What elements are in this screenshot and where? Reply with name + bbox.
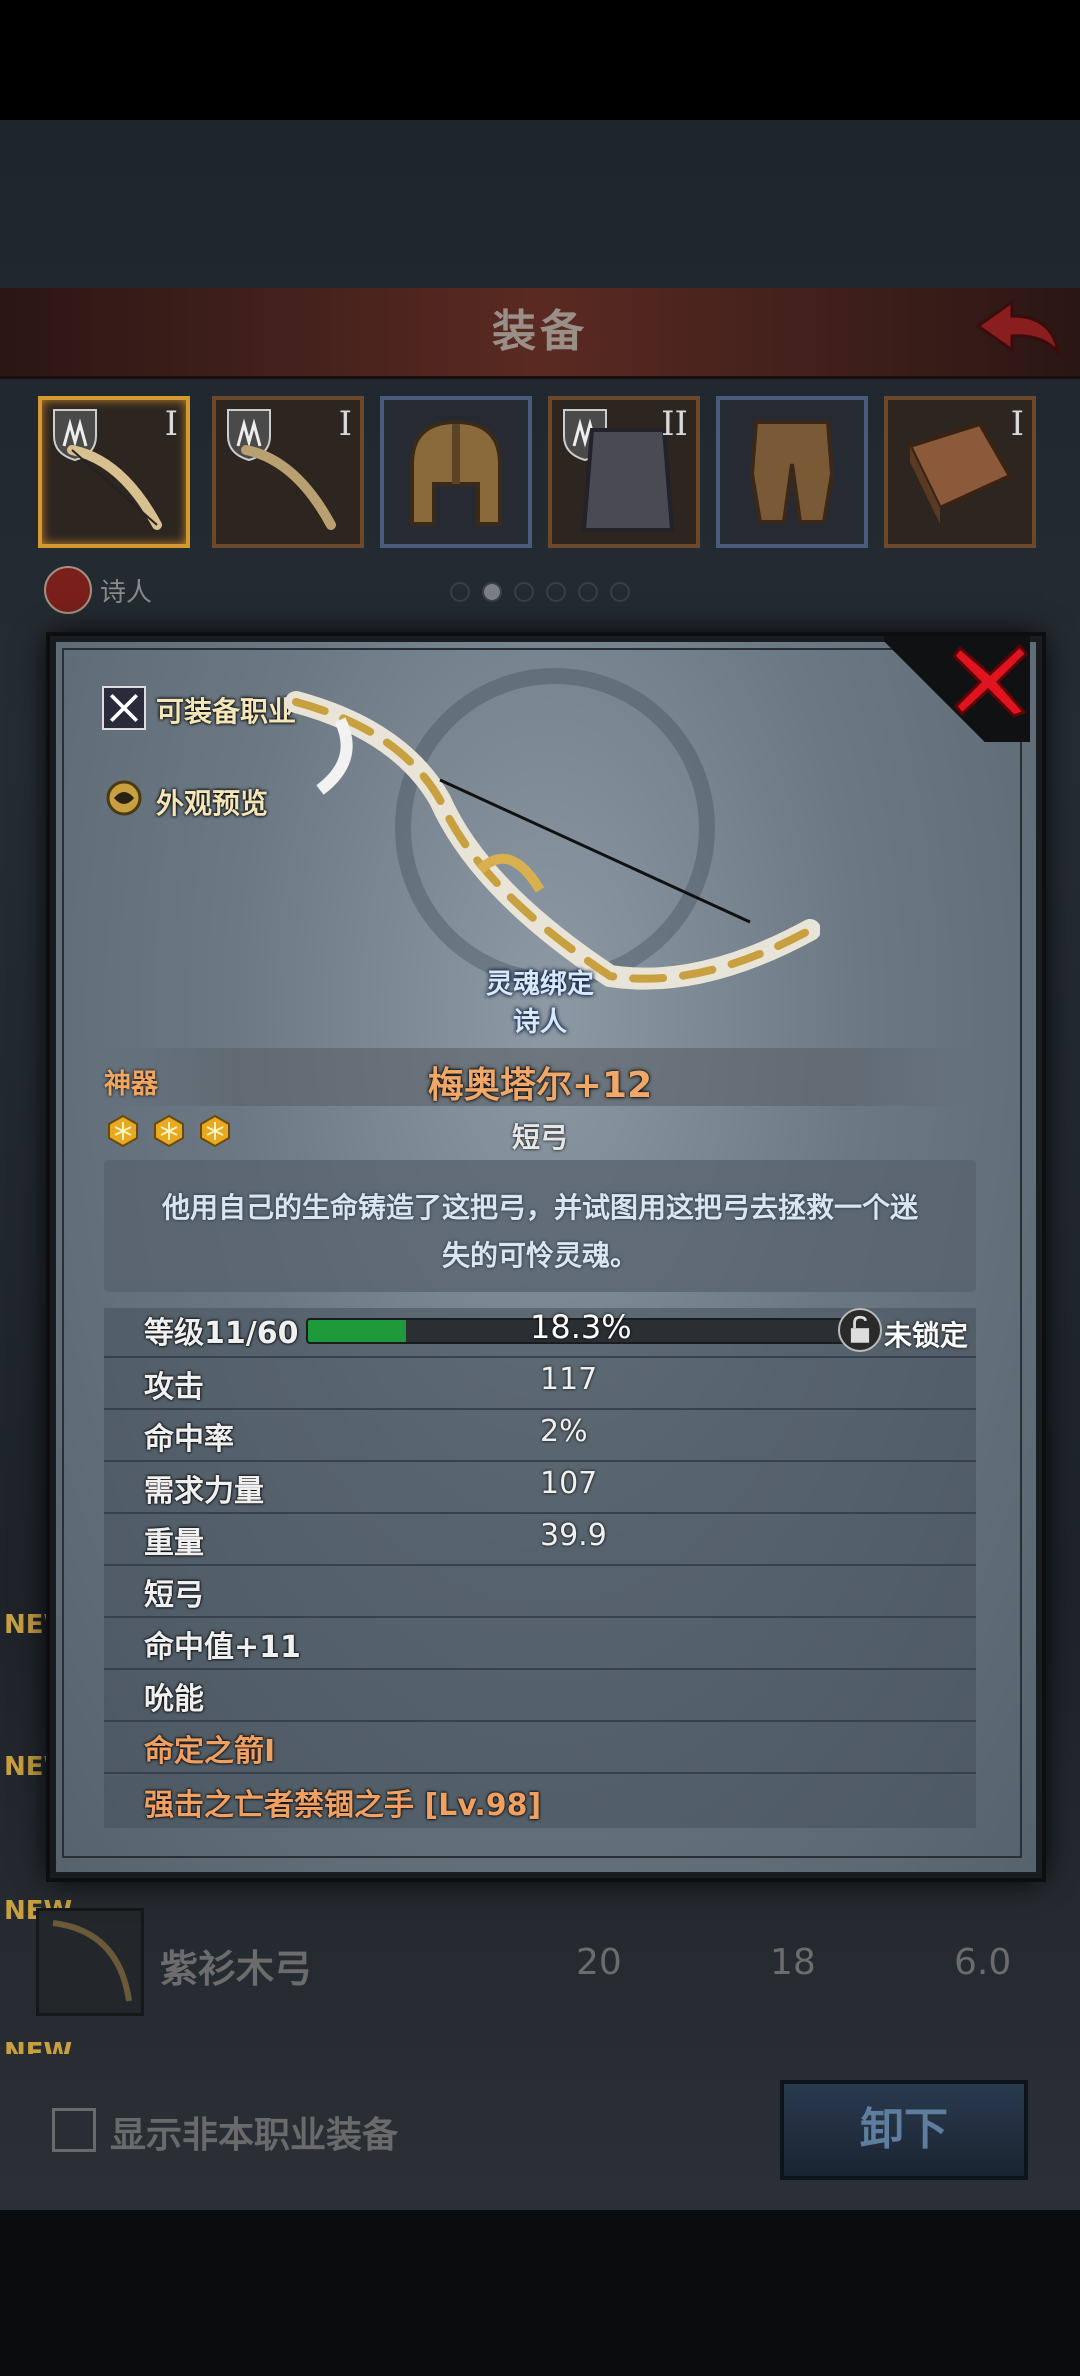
soulbound-label: 灵魂绑定 — [486, 969, 594, 1000]
back-arrow-icon[interactable] — [972, 296, 1062, 366]
new-badge: NEW — [4, 2038, 73, 2054]
page-dot-active[interactable] — [482, 582, 502, 602]
page-dot[interactable] — [546, 582, 566, 602]
equippable-class-button[interactable]: 可装备职业 — [156, 690, 296, 730]
show-other-class-checkbox[interactable] — [52, 2108, 96, 2152]
unequip-button[interactable]: 卸下 — [780, 2080, 1028, 2180]
appearance-preview-icon[interactable] — [104, 778, 144, 818]
property-text: 吮能 — [144, 1682, 204, 1717]
page-dot[interactable] — [514, 582, 534, 602]
equip-slot-pants[interactable] — [716, 396, 868, 548]
property-text: 命中值+11 — [144, 1630, 301, 1665]
equip-slot-book[interactable]: I — [884, 396, 1036, 548]
list-item-icon[interactable] — [36, 1908, 144, 2016]
tier-label: I — [338, 404, 352, 444]
page-dot[interactable] — [450, 582, 470, 602]
stat-label: 重量 — [144, 1526, 204, 1561]
page-dot[interactable] — [578, 582, 598, 602]
stat-value: 2% — [540, 1414, 588, 1449]
stat-value: 107 — [540, 1466, 598, 1501]
status-bar — [0, 0, 1080, 120]
stat-value: 117 — [540, 1362, 598, 1397]
level-label: 等级11/60 — [144, 1316, 299, 1351]
level-percent: 18.3% — [530, 1308, 632, 1346]
property-text: 短弓 — [144, 1578, 204, 1613]
property-row — [104, 1668, 976, 1722]
property-row — [104, 1564, 976, 1618]
page-dot[interactable] — [610, 582, 630, 602]
equip-slot-armor[interactable]: II — [548, 396, 700, 548]
bow-icon — [52, 1920, 132, 2002]
level-progress-fill — [308, 1320, 407, 1342]
book-icon — [907, 421, 1013, 524]
class-icon[interactable] — [102, 686, 146, 730]
skill-text: 强击之亡者禁锢之手 [Lv.98] — [144, 1788, 542, 1823]
navigation-bar — [0, 2210, 1080, 2376]
unlock-icon[interactable] — [838, 1308, 882, 1352]
list-item-name[interactable]: 紫衫木弓 — [160, 1938, 312, 1993]
appearance-preview-button[interactable]: 外观预览 — [156, 782, 268, 822]
tier-label: I — [1010, 404, 1024, 444]
avatar — [44, 566, 92, 614]
character-name: 诗人 — [100, 578, 153, 608]
stat-label: 需求力量 — [144, 1474, 264, 1509]
equip-slot-helmet[interactable] — [380, 396, 532, 548]
pants-icon — [749, 420, 835, 524]
item-description: 他用自己的生命铸造了这把弓，并试图用这把弓去拯救一个迷失的可怜灵魂。 — [161, 1191, 918, 1272]
skill-text: 命定之箭I — [144, 1734, 276, 1769]
list-item-accuracy: 18 — [770, 1942, 816, 1983]
soulbound-owner: 诗人 — [513, 1007, 567, 1038]
bow-icon — [67, 445, 162, 530]
close-icon[interactable] — [950, 640, 1030, 720]
item-name: 梅奥塔尔+12 — [427, 1065, 653, 1106]
bow-icon — [241, 445, 336, 530]
stat-label: 命中率 — [144, 1422, 234, 1457]
list-item-weight: 6.0 — [954, 1942, 1012, 1983]
tier-label: II — [661, 404, 688, 444]
item-type: 短弓 — [511, 1121, 568, 1154]
equip-slot-bow-2[interactable]: I — [212, 396, 364, 548]
lock-status[interactable]: 未锁定 — [884, 1314, 968, 1354]
helmet-icon — [410, 419, 502, 526]
page-title: 装备 — [492, 306, 588, 357]
stat-value: 39.9 — [540, 1518, 607, 1553]
equip-slot-bow-1[interactable]: I — [38, 396, 190, 548]
tier-label: I — [164, 404, 178, 444]
stat-label: 攻击 — [144, 1370, 204, 1405]
list-item-attack: 20 — [576, 1942, 622, 1983]
show-other-class-label[interactable]: 显示非本职业装备 — [110, 2106, 398, 2158]
